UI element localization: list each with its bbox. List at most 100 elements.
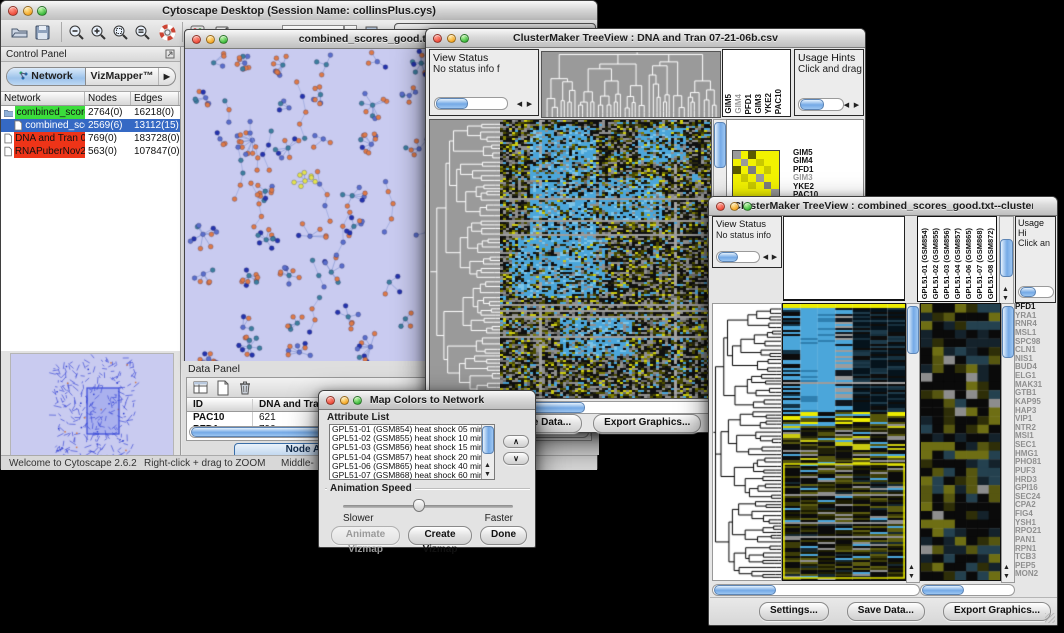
- save-icon[interactable]: [34, 24, 51, 46]
- scroll-left-arrow[interactable]: ◀: [515, 101, 524, 109]
- scroll-thumb[interactable]: [1002, 306, 1014, 358]
- speed-slider-thumb[interactable]: [413, 499, 425, 512]
- float-panel-icon[interactable]: [165, 49, 175, 62]
- scroll-thumb[interactable]: [800, 99, 824, 110]
- treeview2-titlebar[interactable]: ClusterMaker TreeView : combined_scores_…: [709, 197, 1057, 216]
- scroll-thumb[interactable]: [714, 122, 726, 168]
- minimize-button[interactable]: [23, 6, 33, 16]
- network-row-dna-and-tran-07[interactable]: DNA and Tran 07769(0)183728(0): [1, 132, 180, 145]
- scroll-down-arrow[interactable]: ▼: [907, 573, 916, 581]
- help-icon[interactable]: [159, 24, 176, 46]
- close-button[interactable]: [8, 6, 18, 16]
- scroll-right-arrow[interactable]: ▶: [525, 101, 534, 109]
- scroll-down-arrow[interactable]: ▼: [1001, 295, 1010, 303]
- close-button[interactable]: [192, 35, 201, 44]
- minimize-button[interactable]: [447, 34, 456, 43]
- tab-vizmapper[interactable]: VizMapper™: [86, 68, 159, 85]
- tv1-hints-hscrollbar[interactable]: [798, 98, 844, 111]
- scroll-thumb[interactable]: [1000, 239, 1013, 277]
- treeview1-titlebar[interactable]: ClusterMaker TreeView : DNA and Tran 07-…: [426, 29, 865, 48]
- tv1-zoom-heatmap[interactable]: [732, 150, 780, 198]
- scroll-right-arrow[interactable]: ▶: [852, 102, 861, 110]
- close-button[interactable]: [433, 34, 442, 43]
- create-vizmap-button[interactable]: Create Vizmap: [408, 526, 472, 545]
- tv2-row-dendrogram[interactable]: [712, 303, 782, 581]
- network-row-combined-sco[interactable]: combined_sco2569(6)13112(15): [1, 119, 180, 132]
- tab-overflow-arrow[interactable]: ▶: [159, 68, 175, 85]
- scroll-up-arrow[interactable]: ▲: [483, 462, 492, 470]
- animate-vizmap-button[interactable]: Animate Vizmap: [331, 526, 400, 545]
- select-attributes-icon[interactable]: [193, 380, 209, 401]
- zoom-button[interactable]: [37, 6, 47, 16]
- delete-attribute-icon[interactable]: [237, 380, 253, 401]
- scroll-thumb[interactable]: [436, 98, 468, 109]
- move-down-button[interactable]: ∨: [503, 452, 529, 465]
- close-button[interactable]: [326, 396, 335, 405]
- scroll-left-arrow[interactable]: ◀: [842, 102, 851, 110]
- tv2-gene-labels[interactable]: PFD1YRA1RNR4MSL1SPC98CLN1NIS1BUD4ELG1MAK…: [1015, 303, 1057, 581]
- settings-button[interactable]: Settings...: [759, 602, 829, 621]
- tv2-zoom-heatmap[interactable]: [920, 303, 1001, 581]
- zoom-in-icon[interactable]: [90, 24, 107, 46]
- scroll-down-arrow[interactable]: ▼: [1002, 573, 1011, 581]
- tv2-status-hscrollbar[interactable]: [716, 251, 760, 263]
- zoom-button[interactable]: [219, 35, 228, 44]
- tv2-gene-mon2[interactable]: MON2: [1015, 570, 1057, 579]
- tv2-global-vscrollbar[interactable]: ▲ ▼: [906, 303, 920, 583]
- tv2-column-label-gpl51-02-gsm855: GPL51-02 (GSM855): [931, 228, 940, 299]
- minimize-button[interactable]: [206, 35, 215, 44]
- export-graphics-button[interactable]: Export Graphics...: [943, 602, 1051, 621]
- move-up-button[interactable]: ∧: [503, 435, 529, 448]
- tv2-hscrollbar-left[interactable]: [712, 584, 920, 596]
- attribute-list-vscrollbar[interactable]: ▲ ▼: [481, 425, 494, 479]
- tv1-gene-labels[interactable]: GIM5GIM4PFD1GIM3YKE2PAC10: [793, 149, 818, 199]
- export-graphics-button[interactable]: Export Graphics...: [593, 414, 701, 433]
- scroll-up-arrow[interactable]: ▲: [1001, 286, 1010, 294]
- tv2-hscrollbar-right[interactable]: [920, 584, 1015, 596]
- tv2-global-heatmap[interactable]: [782, 303, 906, 581]
- open-file-icon[interactable]: [11, 24, 28, 46]
- dialog-titlebar[interactable]: Map Colors to Network: [319, 391, 535, 410]
- scroll-thumb[interactable]: [718, 252, 738, 262]
- network-row-combined-scores[interactable]: combined_scores2764(0)16218(0): [1, 106, 180, 119]
- done-button[interactable]: Done: [480, 526, 527, 545]
- scroll-up-arrow[interactable]: ▲: [907, 564, 916, 572]
- birdseye-view[interactable]: [10, 353, 174, 461]
- tab-network[interactable]: Network: [7, 68, 86, 85]
- scroll-thumb[interactable]: [1020, 287, 1036, 297]
- scroll-thumb[interactable]: [907, 306, 919, 354]
- tv2-zoom-vscrollbar[interactable]: ▲ ▼: [1001, 303, 1015, 583]
- save-data-button[interactable]: Save Data...: [847, 602, 925, 621]
- zoom-fit-icon[interactable]: [134, 24, 151, 46]
- new-attribute-icon[interactable]: [215, 380, 231, 401]
- zoom-selected-icon[interactable]: [112, 24, 129, 46]
- close-button[interactable]: [716, 202, 725, 211]
- scroll-right-arrow[interactable]: ▶: [770, 254, 779, 262]
- scroll-down-arrow[interactable]: ▼: [483, 471, 492, 479]
- zoom-out-icon[interactable]: [68, 24, 85, 46]
- tv1-column-dendrogram[interactable]: [541, 51, 721, 118]
- tv1-row-dendrogram[interactable]: [429, 119, 500, 399]
- scroll-up-arrow[interactable]: ▲: [1002, 564, 1011, 572]
- scroll-thumb[interactable]: [531, 402, 585, 413]
- tv1-status-hscrollbar[interactable]: [434, 97, 508, 110]
- resize-grip[interactable]: [1045, 613, 1055, 623]
- tv2-labels-vscrollbar[interactable]: ▲ ▼: [999, 216, 1014, 305]
- scroll-left-arrow[interactable]: ◀: [761, 254, 770, 262]
- tv2-hints-hscrollbar[interactable]: [1018, 286, 1054, 298]
- scroll-thumb[interactable]: [922, 585, 964, 595]
- network-nodes-count: 2764(0): [85, 106, 131, 119]
- zoom-button[interactable]: [460, 34, 469, 43]
- main-titlebar[interactable]: Cytoscape Desktop (Session Name: collins…: [1, 1, 597, 21]
- zoom-button[interactable]: [353, 396, 362, 405]
- scroll-thumb[interactable]: [714, 585, 776, 595]
- zoom-button[interactable]: [743, 202, 752, 211]
- scroll-thumb[interactable]: [482, 426, 494, 454]
- minimize-button[interactable]: [340, 396, 349, 405]
- tv1-global-heatmap[interactable]: [500, 119, 712, 399]
- speed-slider-track[interactable]: [343, 505, 513, 508]
- network-row-rnapubernov2[interactable]: RNAPuberNov2+|563(0)107847(0): [1, 145, 180, 158]
- window-controls[interactable]: [8, 6, 47, 16]
- minimize-button[interactable]: [730, 202, 739, 211]
- attribute-item-gpl51-07[interactable]: GPL51-07 (GSM868) heat shock 60 min: [330, 471, 482, 479]
